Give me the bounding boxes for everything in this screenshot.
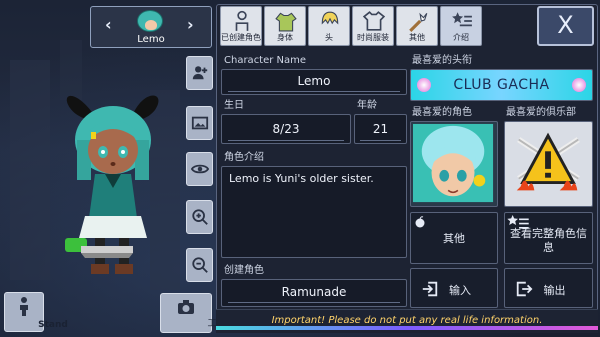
tab-head[interactable]: 头	[308, 6, 350, 46]
other-button[interactable]: 其他	[410, 212, 498, 264]
character-name-value: Lemo	[297, 74, 331, 88]
studio-button[interactable]: 工作室	[160, 293, 235, 333]
tab-label: 其他	[409, 33, 425, 42]
view-full-info-label: 查看完整角色信息	[510, 227, 587, 254]
toggle-view-button[interactable]	[186, 152, 213, 186]
favorite-character-portrait	[412, 123, 494, 203]
warning-skull-icon	[516, 132, 580, 191]
character-name-label: Character Name	[224, 55, 307, 66]
stand-button[interactable]: Stand	[4, 292, 68, 332]
zoom-out-icon	[191, 257, 208, 273]
add-person-icon	[192, 66, 207, 80]
tab-fashion[interactable]: 时尚服装	[352, 6, 394, 46]
background-building	[10, 60, 50, 280]
favorite-character-label: 最喜爱的角色	[412, 107, 472, 118]
creator-value: Ramunade	[281, 285, 347, 299]
zoom-in-icon	[191, 209, 208, 225]
close-button[interactable]: X	[537, 6, 594, 46]
intro-value: Lemo is Yuni's older sister.	[229, 172, 374, 185]
export-label: 输出	[543, 284, 566, 297]
zoom-out-button[interactable]	[186, 248, 213, 282]
tab-label: 时尚服装	[357, 33, 389, 42]
view-full-info-button[interactable]: 查看完整角色信息	[504, 212, 593, 264]
character-avatar	[137, 10, 163, 32]
divider	[228, 302, 400, 303]
background-image-button[interactable]	[186, 106, 213, 140]
tab-created-characters[interactable]: 已创建角色	[220, 6, 262, 46]
age-value: 21	[372, 122, 389, 136]
tab-body[interactable]: 身体	[264, 6, 306, 46]
favorite-club-label: 最喜爱的俱乐部	[506, 107, 576, 118]
character-switcher: ‹ › Lemo	[90, 6, 212, 48]
tshirt-icon	[363, 11, 385, 31]
age-label: 年龄	[357, 100, 377, 111]
tab-other[interactable]: 其他	[396, 6, 438, 46]
standing-person-icon	[20, 297, 28, 316]
panel-glow-border	[216, 326, 598, 330]
person-outline-icon	[235, 10, 249, 31]
character-figure	[65, 95, 159, 274]
next-character-button[interactable]: ›	[187, 15, 194, 34]
zoom-in-button[interactable]	[186, 200, 213, 234]
favorite-title-value: CLUB GACHA	[453, 77, 550, 93]
image-icon	[191, 116, 208, 130]
category-tabs: 已创建角色 身体 头 时尚服装 其他 介绍	[220, 6, 482, 46]
tab-label: 介绍	[453, 33, 469, 42]
camera-icon	[178, 300, 194, 314]
divider	[228, 91, 400, 92]
tab-label: 身体	[277, 33, 293, 42]
other-label: 其他	[443, 232, 465, 245]
intro-label: 角色介绍	[224, 152, 264, 163]
tab-label: 头	[325, 33, 333, 42]
favorite-title-label: 最喜爱的头衔	[412, 55, 472, 66]
import-button[interactable]: 输入	[410, 268, 498, 308]
tab-intro[interactable]: 介绍	[440, 6, 482, 46]
stand-label: Stand	[38, 320, 68, 330]
tab-label: 已创建角色	[221, 33, 261, 42]
prev-character-button[interactable]: ‹	[105, 15, 112, 34]
shirt-body-icon	[275, 12, 297, 32]
sword-cat-icon	[409, 12, 428, 32]
import-label: 输入	[449, 284, 471, 297]
star-list-icon	[452, 12, 472, 27]
apple-icon	[415, 216, 425, 228]
app-screen: ‹ › Lemo Stand 已创建角色 身体 头 时尚服装 其他 介绍 X C…	[0, 0, 600, 337]
export-button[interactable]: 输出	[504, 268, 593, 308]
character-switcher-name: Lemo	[137, 34, 165, 45]
eye-icon	[190, 164, 209, 174]
orb-icon	[572, 78, 586, 92]
favorite-title-badge[interactable]: CLUB GACHA	[410, 69, 593, 101]
divider	[360, 140, 401, 141]
favorite-character-card[interactable]	[410, 121, 498, 207]
divider	[228, 140, 344, 141]
hair-head-icon	[321, 11, 339, 25]
add-person-button[interactable]	[186, 56, 213, 90]
favorite-club-card[interactable]	[504, 121, 593, 207]
birthday-value: 8/23	[272, 122, 300, 136]
creator-label: 创建角色	[224, 265, 264, 276]
birthday-label: 生日	[224, 100, 244, 111]
